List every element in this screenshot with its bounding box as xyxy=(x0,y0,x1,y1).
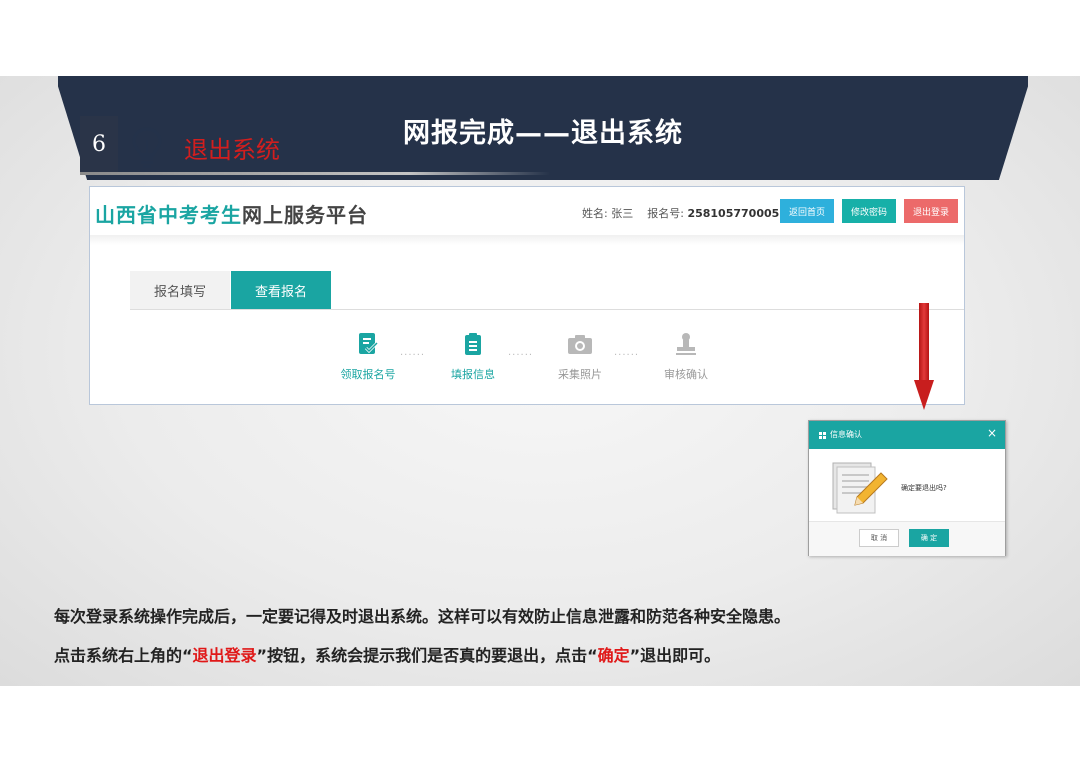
clipboard-icon xyxy=(465,333,481,355)
confirm-dialog: 信息确认 × 确定要退出吗? 取 消 确 定 xyxy=(808,420,1006,556)
grid-icon xyxy=(819,432,826,439)
highlight-confirm: 确定 xyxy=(597,646,630,665)
quote-mark: “ xyxy=(587,646,598,665)
close-icon[interactable]: × xyxy=(987,426,997,440)
instruction-line-1: 每次登录系统操作完成后，一定要记得及时退出系统。这样可以有效防止信息泄露和防范各… xyxy=(54,607,791,626)
quote-mark: ” xyxy=(629,646,641,665)
banner-title: 网报完成——退出系统 xyxy=(403,117,683,149)
user-info: 姓名: 张三 报名号: 258105770005 xyxy=(582,205,779,221)
progress-dots: ······ xyxy=(400,350,426,361)
step-number: 6 xyxy=(80,116,118,172)
progress-step-review: 审核确认 xyxy=(641,332,731,382)
cancel-button[interactable]: 取 消 xyxy=(859,529,899,547)
name-value: 张三 xyxy=(611,207,634,220)
instruction-text: 按钮，系统会提示我们是否真的要退出，点击 xyxy=(267,646,588,665)
tab-view-registration[interactable]: 查看报名 xyxy=(231,271,331,309)
instruction-text: 点击系统右上角的 xyxy=(54,646,183,665)
dialog-message: 确定要退出吗? xyxy=(901,484,947,492)
progress-step-label: 采集照片 xyxy=(558,368,602,381)
dialog-title: 信息确认 xyxy=(830,430,862,439)
progress-dots: ······ xyxy=(614,350,640,361)
instruction-text: 退出即可。 xyxy=(640,646,721,665)
logout-button[interactable]: 退出登录 xyxy=(904,199,958,223)
tab-registration-fill[interactable]: 报名填写 xyxy=(130,271,230,309)
site-title-colored: 山西省中考考生 xyxy=(95,203,242,227)
confirm-button[interactable]: 确 定 xyxy=(909,529,949,547)
document-pencil-icon xyxy=(832,462,888,514)
progress-step-label: 填报信息 xyxy=(451,368,495,381)
progress-dots: ······ xyxy=(508,350,534,361)
highlight-logout: 退出登录 xyxy=(192,646,257,665)
header-divider xyxy=(90,235,964,245)
camera-icon xyxy=(568,335,592,354)
dialog-header: 信息确认 × xyxy=(809,421,1005,449)
arrow-down-icon xyxy=(914,380,934,410)
platform-screenshot: 山西省中考考生网上服务平台 姓名: 张三 报名号: 258105770005 返… xyxy=(89,186,965,405)
lightbulb-icon xyxy=(132,127,162,168)
stamp-icon xyxy=(676,333,696,355)
quote-mark: “ xyxy=(182,646,193,665)
name-label: 姓名: xyxy=(582,207,608,220)
progress-step-photo: 采集照片 xyxy=(535,332,625,382)
instruction-line-2: 点击系统右上角的“退出登录”按钮，系统会提示我们是否真的要退出，点击“确定”退出… xyxy=(54,642,720,666)
progress-step-label: 领取报名号 xyxy=(340,368,396,381)
home-button[interactable]: 返回首页 xyxy=(780,199,834,223)
divider xyxy=(80,172,550,175)
site-title-rest: 网上服务平台 xyxy=(242,203,368,227)
quote-mark: ” xyxy=(256,646,268,665)
progress-step-label: 审核确认 xyxy=(664,368,708,381)
step-title: 退出系统 xyxy=(184,136,280,164)
tab-divider xyxy=(130,309,964,310)
reg-value: 258105770005 xyxy=(687,207,780,220)
site-title: 山西省中考考生网上服务平台 xyxy=(95,199,368,228)
dialog-footer xyxy=(809,521,1005,556)
change-password-button[interactable]: 修改密码 xyxy=(842,199,896,223)
progress-step-fill-info: 填报信息 xyxy=(428,332,518,382)
reg-label: 报名号: xyxy=(647,207,684,220)
arrow-shaft xyxy=(919,303,929,383)
document-check-icon xyxy=(359,333,379,354)
